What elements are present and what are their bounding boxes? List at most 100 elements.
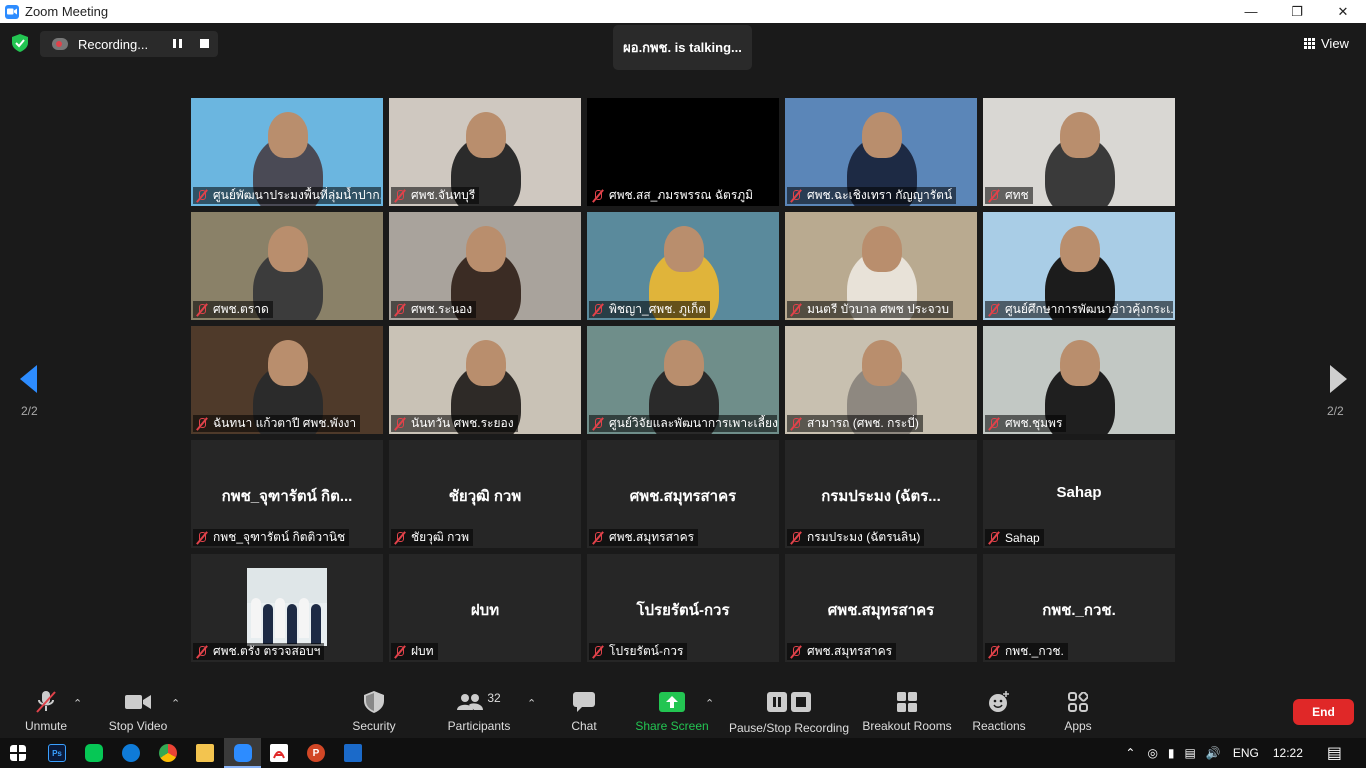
audio-options-chevron-icon[interactable]: ⌃: [73, 697, 82, 710]
tray-overflow-chevron-icon[interactable]: ⌃: [1125, 746, 1135, 760]
participant-nameplate: นันทวัน ศพช.ระยอง: [391, 415, 518, 432]
participant-video-tile[interactable]: กพช_จุฑารัตน์ กิต... กพช_จุฑารัตน์ กิตติว…: [191, 440, 383, 548]
recording-indicator: Recording...: [40, 31, 218, 57]
participant-video-tile[interactable]: ศูนย์พัฒนาประมงพื้นที่ลุ่มน้ำปาก...: [191, 98, 383, 206]
participant-name: ศพช.ชุมพร: [1005, 416, 1063, 430]
participant-video-tile[interactable]: ฝบท ฝบท: [389, 554, 581, 662]
video-options-chevron-icon[interactable]: ⌃: [171, 697, 180, 710]
participant-video-tile[interactable]: กรมประมง (ฉัตร... กรมประมง (ฉัตรนลิน): [785, 440, 977, 548]
close-button[interactable]: ✕: [1320, 0, 1366, 23]
chat-button[interactable]: Chat: [568, 689, 600, 737]
participant-nameplate: มนตรี บัวบาล ศพช ประจวบ: [787, 301, 953, 318]
participant-video-tile[interactable]: นันทวัน ศพช.ระยอง: [389, 326, 581, 434]
recording-dot-icon: [52, 38, 68, 50]
participant-video-tile[interactable]: ศพช.สมุทรสาคร ศพช.สมุทรสาคร: [587, 440, 779, 548]
share-options-chevron-icon[interactable]: ⌃: [705, 697, 714, 710]
encryption-shield-icon[interactable]: [12, 34, 28, 52]
minimize-button[interactable]: —: [1228, 0, 1274, 23]
participants-options-chevron-icon[interactable]: ⌃: [527, 697, 536, 710]
acrobat-reader-icon[interactable]: [270, 744, 288, 762]
participant-nameplate: ศพช.ตราด: [193, 301, 273, 318]
muted-microphone-icon: [393, 189, 407, 203]
participant-name: กรมประมง (ฉัตรนลิน): [807, 530, 921, 544]
pause-stop-recording-button[interactable]: Pause/Stop Recording: [728, 689, 850, 737]
previous-page-arrow-icon[interactable]: [20, 365, 37, 393]
microphone-muted-icon: [34, 689, 58, 715]
apps-button[interactable]: Apps: [1062, 689, 1094, 737]
file-explorer-icon[interactable]: [196, 744, 214, 762]
participant-video-tile[interactable]: ศพช.ฉะเชิงเทรา กัญญารัตน์: [785, 98, 977, 206]
chrome-browser-icon[interactable]: [159, 744, 177, 762]
battery-icon[interactable]: ▮: [1168, 746, 1175, 760]
windows-taskbar: Ps P ⌃ ◎ ▮ ▤ 🔊 ENG 12:22 ▤: [0, 738, 1366, 768]
zoom-tray-icon[interactable]: ◎: [1147, 746, 1157, 760]
participants-label: Participants: [447, 719, 511, 733]
participant-video-tile[interactable]: สามารถ (ศพช. กระบี่): [785, 326, 977, 434]
recording-label: Recording...: [78, 36, 149, 52]
participant-video-tile[interactable]: ฉันทนา แก้วตาปี ศพช.พังงา: [191, 326, 383, 434]
apps-icon: [1068, 689, 1088, 715]
zoom-taskbar-icon: [234, 744, 252, 762]
windows-start-icon[interactable]: [10, 745, 26, 761]
chat-bubble-icon: [573, 689, 595, 715]
participant-video-tile[interactable]: ศพช.ชุมพร: [983, 326, 1175, 434]
participant-name: ศพช.สส_ภมรพรรณ ฉัตรภูมิ: [609, 188, 754, 202]
participant-display-name: Sahap: [1056, 484, 1102, 501]
view-button[interactable]: View: [1304, 33, 1349, 53]
participant-nameplate: ศทช: [985, 187, 1033, 204]
chat-label: Chat: [571, 719, 597, 733]
participant-video-tile[interactable]: มนตรี บัวบาล ศพช ประจวบ: [785, 212, 977, 320]
next-page-arrow-icon[interactable]: [1330, 365, 1347, 393]
participant-video-tile[interactable]: ศทช: [983, 98, 1175, 206]
reactions-button[interactable]: Reactions: [972, 689, 1026, 737]
participant-video-tile[interactable]: กพช._กวช. กพช._กวช.: [983, 554, 1175, 662]
participant-nameplate: ศพช.จันทบุรี: [391, 187, 480, 204]
participant-video-tile[interactable]: ศูนย์ศึกษาการพัฒนาอ่าวคุ้งกระเ...: [983, 212, 1175, 320]
participant-video-tile[interactable]: พิชญา_ศพช. ภูเก็ต: [587, 212, 779, 320]
volume-icon[interactable]: 🔊: [1206, 746, 1221, 760]
participant-head: [466, 226, 506, 272]
participants-button[interactable]: 32 Participants: [446, 689, 512, 737]
participant-video-tile[interactable]: Sahap Sahap: [983, 440, 1175, 548]
muted-microphone-icon: [195, 531, 209, 545]
view-label: View: [1321, 35, 1349, 51]
participant-head: [1060, 112, 1100, 158]
participant-display-name: ฝบท: [470, 602, 500, 619]
line-app-icon[interactable]: [85, 744, 103, 762]
pause-recording-icon[interactable]: [173, 39, 182, 48]
end-meeting-button[interactable]: End: [1293, 699, 1354, 725]
photoshop-icon[interactable]: Ps: [48, 744, 66, 762]
maximize-button[interactable]: ❐: [1274, 0, 1320, 23]
participant-head: [268, 226, 308, 272]
powerpoint-icon[interactable]: P: [307, 744, 325, 762]
notifications-icon[interactable]: ▤: [1327, 743, 1342, 763]
participant-video-tile[interactable]: ศพช.สส_ภมรพรรณ ฉัตรภูมิ: [587, 98, 779, 206]
participant-name: ศพช.จันทบุรี: [411, 188, 476, 202]
participant-video-tile[interactable]: ศพช.สมุทรสาคร ศพช.สมุทรสาคร: [785, 554, 977, 662]
participant-video-tile[interactable]: ศพช.ตราด: [191, 212, 383, 320]
security-button[interactable]: Security: [350, 689, 398, 737]
stop-video-button[interactable]: Stop Video: [106, 689, 170, 737]
breakout-rooms-button[interactable]: Breakout Rooms: [862, 689, 952, 737]
window-titlebar: Zoom Meeting — ❐ ✕: [0, 0, 1366, 23]
participant-profile-photo: [247, 568, 327, 646]
unmute-label: Unmute: [24, 719, 68, 733]
stop-recording-icon[interactable]: [200, 39, 209, 48]
zoom-taskbar-active[interactable]: [224, 738, 261, 768]
participant-video-tile[interactable]: ศพช.จันทบุรี: [389, 98, 581, 206]
edge-browser-icon[interactable]: [122, 744, 140, 762]
participant-display-name: กพช_จุฑารัตน์ กิต...: [221, 488, 353, 505]
participant-video-tile[interactable]: ศูนย์วิจัยและพัฒนาการเพาะเลี้ยง...: [587, 326, 779, 434]
participant-video-tile[interactable]: ศพช.ตรัง ตรวจสอบฯ: [191, 554, 383, 662]
participant-video-tile[interactable]: ชัยวุฒิ กวพ ชัยวุฒิ กวพ: [389, 440, 581, 548]
unmute-button[interactable]: Unmute: [22, 689, 70, 737]
participant-video-tile[interactable]: ศพช.ระนอง: [389, 212, 581, 320]
network-icon[interactable]: ▤: [1185, 746, 1196, 760]
remote-desktop-icon[interactable]: [344, 744, 362, 762]
clock[interactable]: 12:22: [1273, 746, 1303, 760]
participant-name: ศูนย์พัฒนาประมงพื้นที่ลุ่มน้ำปาก...: [213, 188, 381, 202]
input-language[interactable]: ENG: [1233, 746, 1259, 760]
share-screen-button[interactable]: Share Screen: [635, 689, 709, 737]
participant-nameplate: ศพช.ชุมพร: [985, 415, 1067, 432]
participant-video-tile[interactable]: โปรยรัตน์-กวร โปรยรัตน์-กวร: [587, 554, 779, 662]
